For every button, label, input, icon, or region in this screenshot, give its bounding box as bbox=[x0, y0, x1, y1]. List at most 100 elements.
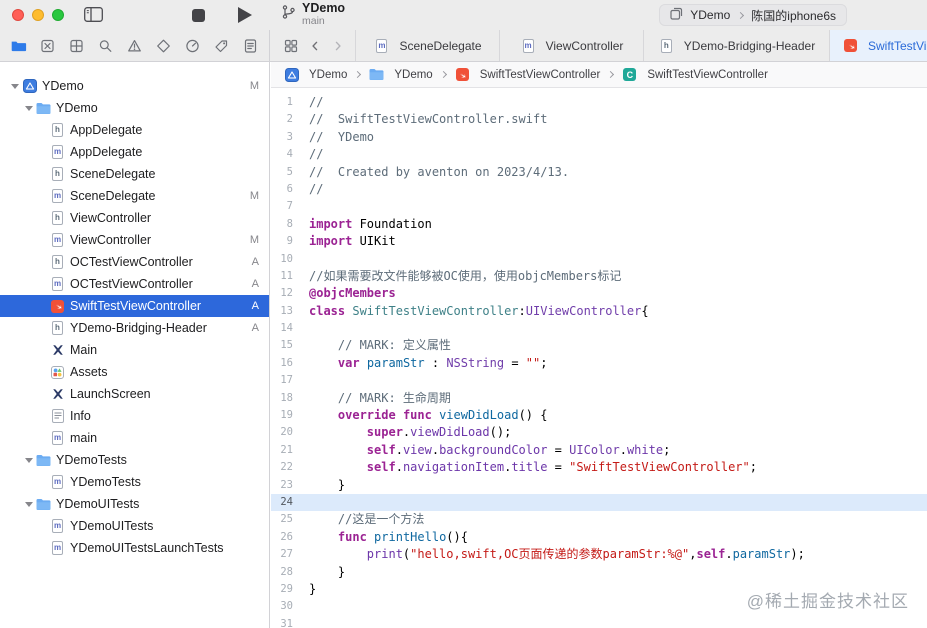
sidebar-item-main[interactable]: m main bbox=[0, 427, 269, 449]
line-number[interactable]: 23 bbox=[271, 477, 309, 494]
code-line[interactable]: 1// bbox=[271, 94, 927, 111]
sidebar-item-OCTestViewController[interactable]: h OCTestViewController A bbox=[0, 251, 269, 273]
code-line[interactable]: 7 bbox=[271, 198, 927, 215]
breadcrumb-item-YDemo[interactable]: YDemo bbox=[283, 67, 347, 83]
sidebar-item-SceneDelegate[interactable]: m SceneDelegate M bbox=[0, 185, 269, 207]
sidebar-item-YDemo[interactable]: YDemo bbox=[0, 97, 269, 119]
code-line[interactable]: 23 } bbox=[271, 477, 927, 494]
sidebar-item-Main[interactable]: Main bbox=[0, 339, 269, 361]
line-number[interactable]: 18 bbox=[271, 390, 309, 407]
line-number[interactable]: 31 bbox=[271, 616, 309, 628]
line-number[interactable]: 15 bbox=[271, 337, 309, 354]
line-number[interactable]: 9 bbox=[271, 233, 309, 250]
code-line[interactable]: 12 @objcMembers bbox=[271, 285, 927, 302]
sidebar-item-YDemoTests[interactable]: m YDemoTests bbox=[0, 471, 269, 493]
code-line[interactable]: 26 func printHello(){ bbox=[271, 529, 927, 546]
sidebar-item-YDemo[interactable]: YDemo M bbox=[0, 75, 269, 97]
run-destination-selector[interactable]: YDemo 陈国的iphone6s bbox=[659, 4, 847, 26]
line-number[interactable]: 3 bbox=[271, 129, 309, 146]
line-number[interactable]: 30 bbox=[271, 598, 309, 615]
line-number[interactable]: 25 bbox=[271, 511, 309, 528]
code-line[interactable]: 9 import UIKit bbox=[271, 233, 927, 250]
line-number[interactable]: 8 bbox=[271, 216, 309, 233]
disclosure-triangle[interactable] bbox=[22, 106, 35, 111]
disclosure-triangle[interactable] bbox=[22, 502, 35, 507]
sidebar-item-YDemoUITestsLaunchTests[interactable]: m YDemoUITestsLaunchTests bbox=[0, 537, 269, 559]
line-number[interactable]: 20 bbox=[271, 424, 309, 441]
line-number[interactable]: 22 bbox=[271, 459, 309, 476]
forward-button[interactable] bbox=[331, 38, 345, 54]
zoom-window-button[interactable] bbox=[52, 9, 64, 21]
breadcrumb-item-SwiftTestViewController[interactable]: C SwiftTestViewController bbox=[621, 67, 768, 83]
code-line[interactable]: 22 self.navigationItem.title = "SwiftTes… bbox=[271, 459, 927, 476]
symbol-navigator-button[interactable] bbox=[68, 37, 85, 54]
sidebar-item-SwiftTestViewController[interactable]: SwiftTestViewController A bbox=[0, 295, 269, 317]
line-number[interactable]: 26 bbox=[271, 529, 309, 546]
code-line[interactable]: 24 bbox=[271, 493, 927, 512]
line-number[interactable]: 16 bbox=[271, 355, 309, 372]
line-number[interactable]: 5 bbox=[271, 164, 309, 181]
minimize-window-button[interactable] bbox=[32, 9, 44, 21]
code-line[interactable]: 28 } bbox=[271, 564, 927, 581]
tab-YDemo-Bridging-Header[interactable]: h YDemo-Bridging-Header bbox=[643, 30, 829, 61]
code-line[interactable]: 16 var paramStr : NSString = ""; bbox=[271, 355, 927, 372]
project-navigator-button[interactable] bbox=[10, 37, 27, 54]
line-number[interactable]: 19 bbox=[271, 407, 309, 424]
test-navigator-button[interactable] bbox=[155, 37, 172, 54]
code-line[interactable]: 27 print("hello,swift,OC页面传递的参数paramStr:… bbox=[271, 546, 927, 563]
line-number[interactable]: 14 bbox=[271, 320, 309, 337]
breadcrumb-item-YDemo[interactable]: YDemo bbox=[368, 67, 433, 83]
line-number[interactable]: 29 bbox=[271, 581, 309, 598]
line-number[interactable]: 12 bbox=[271, 285, 309, 302]
code-line[interactable]: 14 bbox=[271, 320, 927, 337]
code-line[interactable]: 5// Created by aventon on 2023/4/13. bbox=[271, 164, 927, 181]
code-line[interactable]: 11//如果需要改文件能够被OC使用，使用objcMembers标记 bbox=[271, 268, 927, 285]
code-line[interactable]: 4// bbox=[271, 146, 927, 163]
line-number[interactable]: 27 bbox=[271, 546, 309, 563]
sidebar-toggle-icon[interactable] bbox=[84, 7, 103, 27]
code-editor[interactable]: 1//2// SwiftTestViewController.swift 3// … bbox=[271, 88, 927, 628]
tab-SceneDelegate[interactable]: m SceneDelegate bbox=[355, 30, 499, 61]
breadcrumb-item-SwiftTestViewController[interactable]: SwiftTestViewController bbox=[454, 67, 600, 83]
sidebar-item-SceneDelegate[interactable]: h SceneDelegate bbox=[0, 163, 269, 185]
back-button[interactable] bbox=[308, 38, 322, 54]
code-line[interactable]: 31 bbox=[271, 616, 927, 628]
tab-SwiftTestViewController[interactable]: SwiftTestViewController bbox=[829, 30, 927, 61]
sidebar-item-AppDelegate[interactable]: h AppDelegate bbox=[0, 119, 269, 141]
sidebar-item-Info[interactable]: Info bbox=[0, 405, 269, 427]
code-line[interactable]: 6// bbox=[271, 181, 927, 198]
tab-ViewController[interactable]: m ViewController bbox=[499, 30, 643, 61]
code-line[interactable]: 8 import Foundation bbox=[271, 216, 927, 233]
code-line[interactable]: 17 bbox=[271, 372, 927, 389]
line-number[interactable]: 11 bbox=[271, 268, 309, 285]
source-control-navigator-button[interactable] bbox=[39, 37, 56, 54]
breakpoint-navigator-button[interactable] bbox=[213, 37, 230, 54]
code-line[interactable]: 25 //这是一个方法 bbox=[271, 511, 927, 528]
line-number[interactable]: 17 bbox=[271, 372, 309, 389]
code-line[interactable]: 10 bbox=[271, 251, 927, 268]
line-number[interactable]: 2 bbox=[271, 111, 309, 128]
sidebar-item-LaunchScreen[interactable]: LaunchScreen bbox=[0, 383, 269, 405]
code-line[interactable]: 20 super.viewDidLoad(); bbox=[271, 424, 927, 441]
stop-button[interactable] bbox=[192, 9, 205, 22]
line-number[interactable]: 4 bbox=[271, 146, 309, 163]
line-number[interactable]: 6 bbox=[271, 181, 309, 198]
line-number[interactable]: 21 bbox=[271, 442, 309, 459]
find-navigator-button[interactable] bbox=[97, 37, 114, 54]
sidebar-item-Assets[interactable]: Assets bbox=[0, 361, 269, 383]
run-button[interactable] bbox=[238, 7, 252, 23]
line-number[interactable]: 24 bbox=[271, 494, 309, 511]
sidebar-item-ViewController[interactable]: h ViewController bbox=[0, 207, 269, 229]
close-window-button[interactable] bbox=[12, 9, 24, 21]
code-line[interactable]: 21 self.view.backgroundColor = UIColor.w… bbox=[271, 442, 927, 459]
issue-navigator-button[interactable] bbox=[126, 37, 143, 54]
code-line[interactable]: 19 override func viewDidLoad() { bbox=[271, 407, 927, 424]
line-number[interactable]: 1 bbox=[271, 94, 309, 111]
code-line[interactable]: 13 class SwiftTestViewController:UIViewCo… bbox=[271, 303, 927, 320]
code-line[interactable]: 18 // MARK: 生命周期 bbox=[271, 390, 927, 407]
line-number[interactable]: 28 bbox=[271, 564, 309, 581]
debug-navigator-button[interactable] bbox=[184, 37, 201, 54]
line-number[interactable]: 10 bbox=[271, 251, 309, 268]
line-number[interactable]: 7 bbox=[271, 198, 309, 215]
sidebar-item-ViewController[interactable]: m ViewController M bbox=[0, 229, 269, 251]
